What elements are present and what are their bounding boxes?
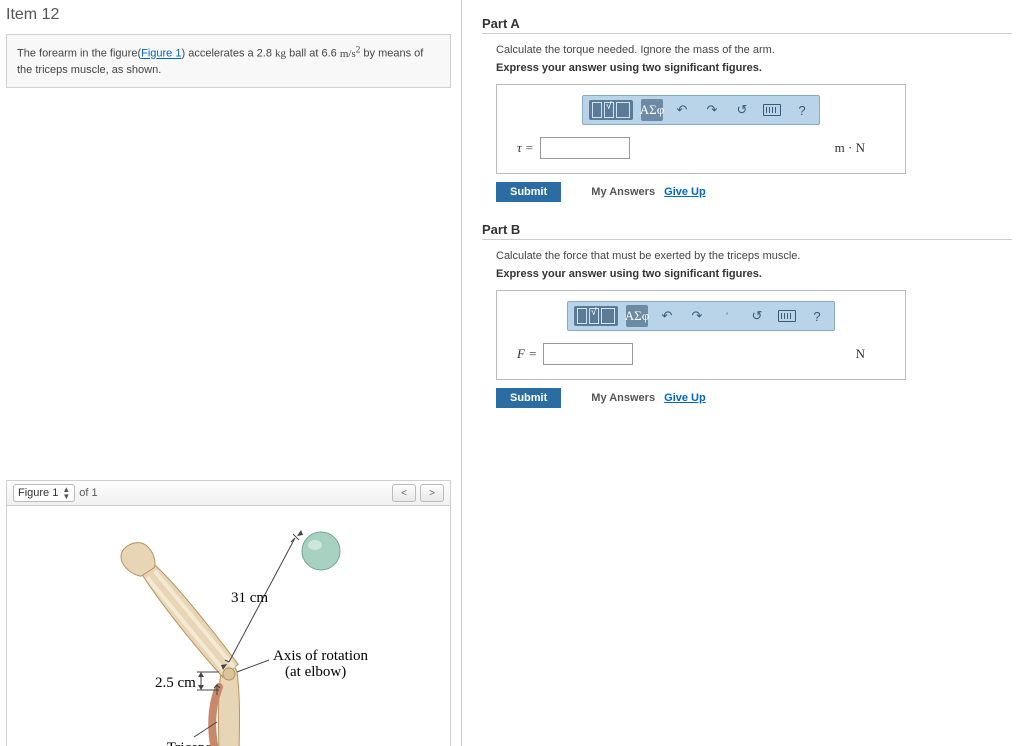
separator-icon: ' (716, 305, 738, 327)
undo-icon[interactable]: ↶ (656, 305, 678, 327)
part-a-submit-button[interactable]: Submit (496, 182, 561, 202)
triceps-label: Triceps (166, 740, 211, 746)
greek-button[interactable]: ΑΣφ (626, 305, 648, 327)
part-b-title: Part B (482, 222, 1012, 240)
greek-button[interactable]: ΑΣφ (641, 99, 663, 121)
redo-icon[interactable]: ↷ (701, 99, 723, 121)
help-icon[interactable]: ? (806, 305, 828, 327)
part-a-desc: Calculate the torque needed. Ignore the … (496, 44, 1012, 56)
part-b-links: My Answers Give Up (591, 392, 705, 404)
part-b-answer-box: √ ΑΣφ ↶ ↷ ' ↺ ? F = N (496, 290, 906, 380)
template-button[interactable]: √ (589, 100, 633, 120)
problem-text-2: ) accelerates a 2.8 (181, 48, 275, 60)
part-b-input[interactable] (543, 343, 633, 365)
figure-header: Figure 1 ▲▼ of 1 < > (7, 481, 450, 506)
part-a-links: My Answers Give Up (591, 186, 705, 198)
figure-selector[interactable]: Figure 1 ▲▼ (13, 484, 75, 502)
part-b-desc: Calculate the force that must be exerted… (496, 250, 1012, 262)
figure-link[interactable]: Figure 1 (141, 48, 181, 60)
figure-next-button[interactable]: > (420, 484, 444, 502)
part-b-variable: F = (517, 346, 537, 362)
updown-icon: ▲▼ (62, 486, 70, 500)
axis-label-2: (at elbow) (285, 664, 346, 680)
keyboard-icon[interactable] (776, 305, 798, 327)
equation-toolbar-a: √ ΑΣφ ↶ ↷ ↺ ? (582, 95, 820, 125)
part-b-submit-button[interactable]: Submit (496, 388, 561, 408)
help-icon[interactable]: ? (791, 99, 813, 121)
reset-icon[interactable]: ↺ (731, 99, 753, 121)
part-a-variable: τ = (517, 140, 534, 156)
my-answers-label: My Answers (591, 392, 655, 404)
my-answers-label: My Answers (591, 186, 655, 198)
undo-icon[interactable]: ↶ (671, 99, 693, 121)
part-a-title: Part A (482, 16, 1012, 34)
figure-count: of 1 (79, 487, 97, 499)
unit-kg: kg (275, 48, 286, 60)
part-b-instruction: Express your answer using two significan… (496, 268, 1012, 280)
part-b-unit: N (856, 346, 865, 362)
figure-selector-label: Figure 1 (18, 487, 58, 499)
redo-icon[interactable]: ↷ (686, 305, 708, 327)
figure-panel: Figure 1 ▲▼ of 1 < > (6, 480, 451, 746)
part-a-instruction: Express your answer using two significan… (496, 62, 1012, 74)
part-a-input[interactable] (540, 137, 630, 159)
figure-image: 31 cm 2.5 cm Axis of rotation (at elbow)… (7, 506, 450, 746)
equation-toolbar-b: √ ΑΣφ ↶ ↷ ' ↺ ? (567, 301, 835, 331)
problem-text-3: ball at 6.6 (286, 48, 340, 60)
reset-icon[interactable]: ↺ (746, 305, 768, 327)
give-up-link[interactable]: Give Up (664, 392, 706, 404)
part-a-answer-box: √ ΑΣφ ↶ ↷ ↺ ? τ = m · N (496, 84, 906, 174)
template-button[interactable]: √ (574, 306, 618, 326)
problem-text-1: The forearm in the figure( (17, 48, 141, 60)
dim-31cm: 31 cm (231, 590, 268, 606)
give-up-link[interactable]: Give Up (664, 186, 706, 198)
part-a-unit: m · N (835, 140, 865, 156)
figure-prev-button[interactable]: < (392, 484, 416, 502)
problem-statement: The forearm in the figure(Figure 1) acce… (6, 34, 451, 88)
axis-label-1: Axis of rotation (273, 648, 368, 664)
dim-2-5cm: 2.5 cm (155, 675, 196, 691)
unit-ms2: m/s2 (340, 48, 360, 60)
keyboard-icon[interactable] (761, 99, 783, 121)
item-title: Item 12 (6, 6, 451, 24)
